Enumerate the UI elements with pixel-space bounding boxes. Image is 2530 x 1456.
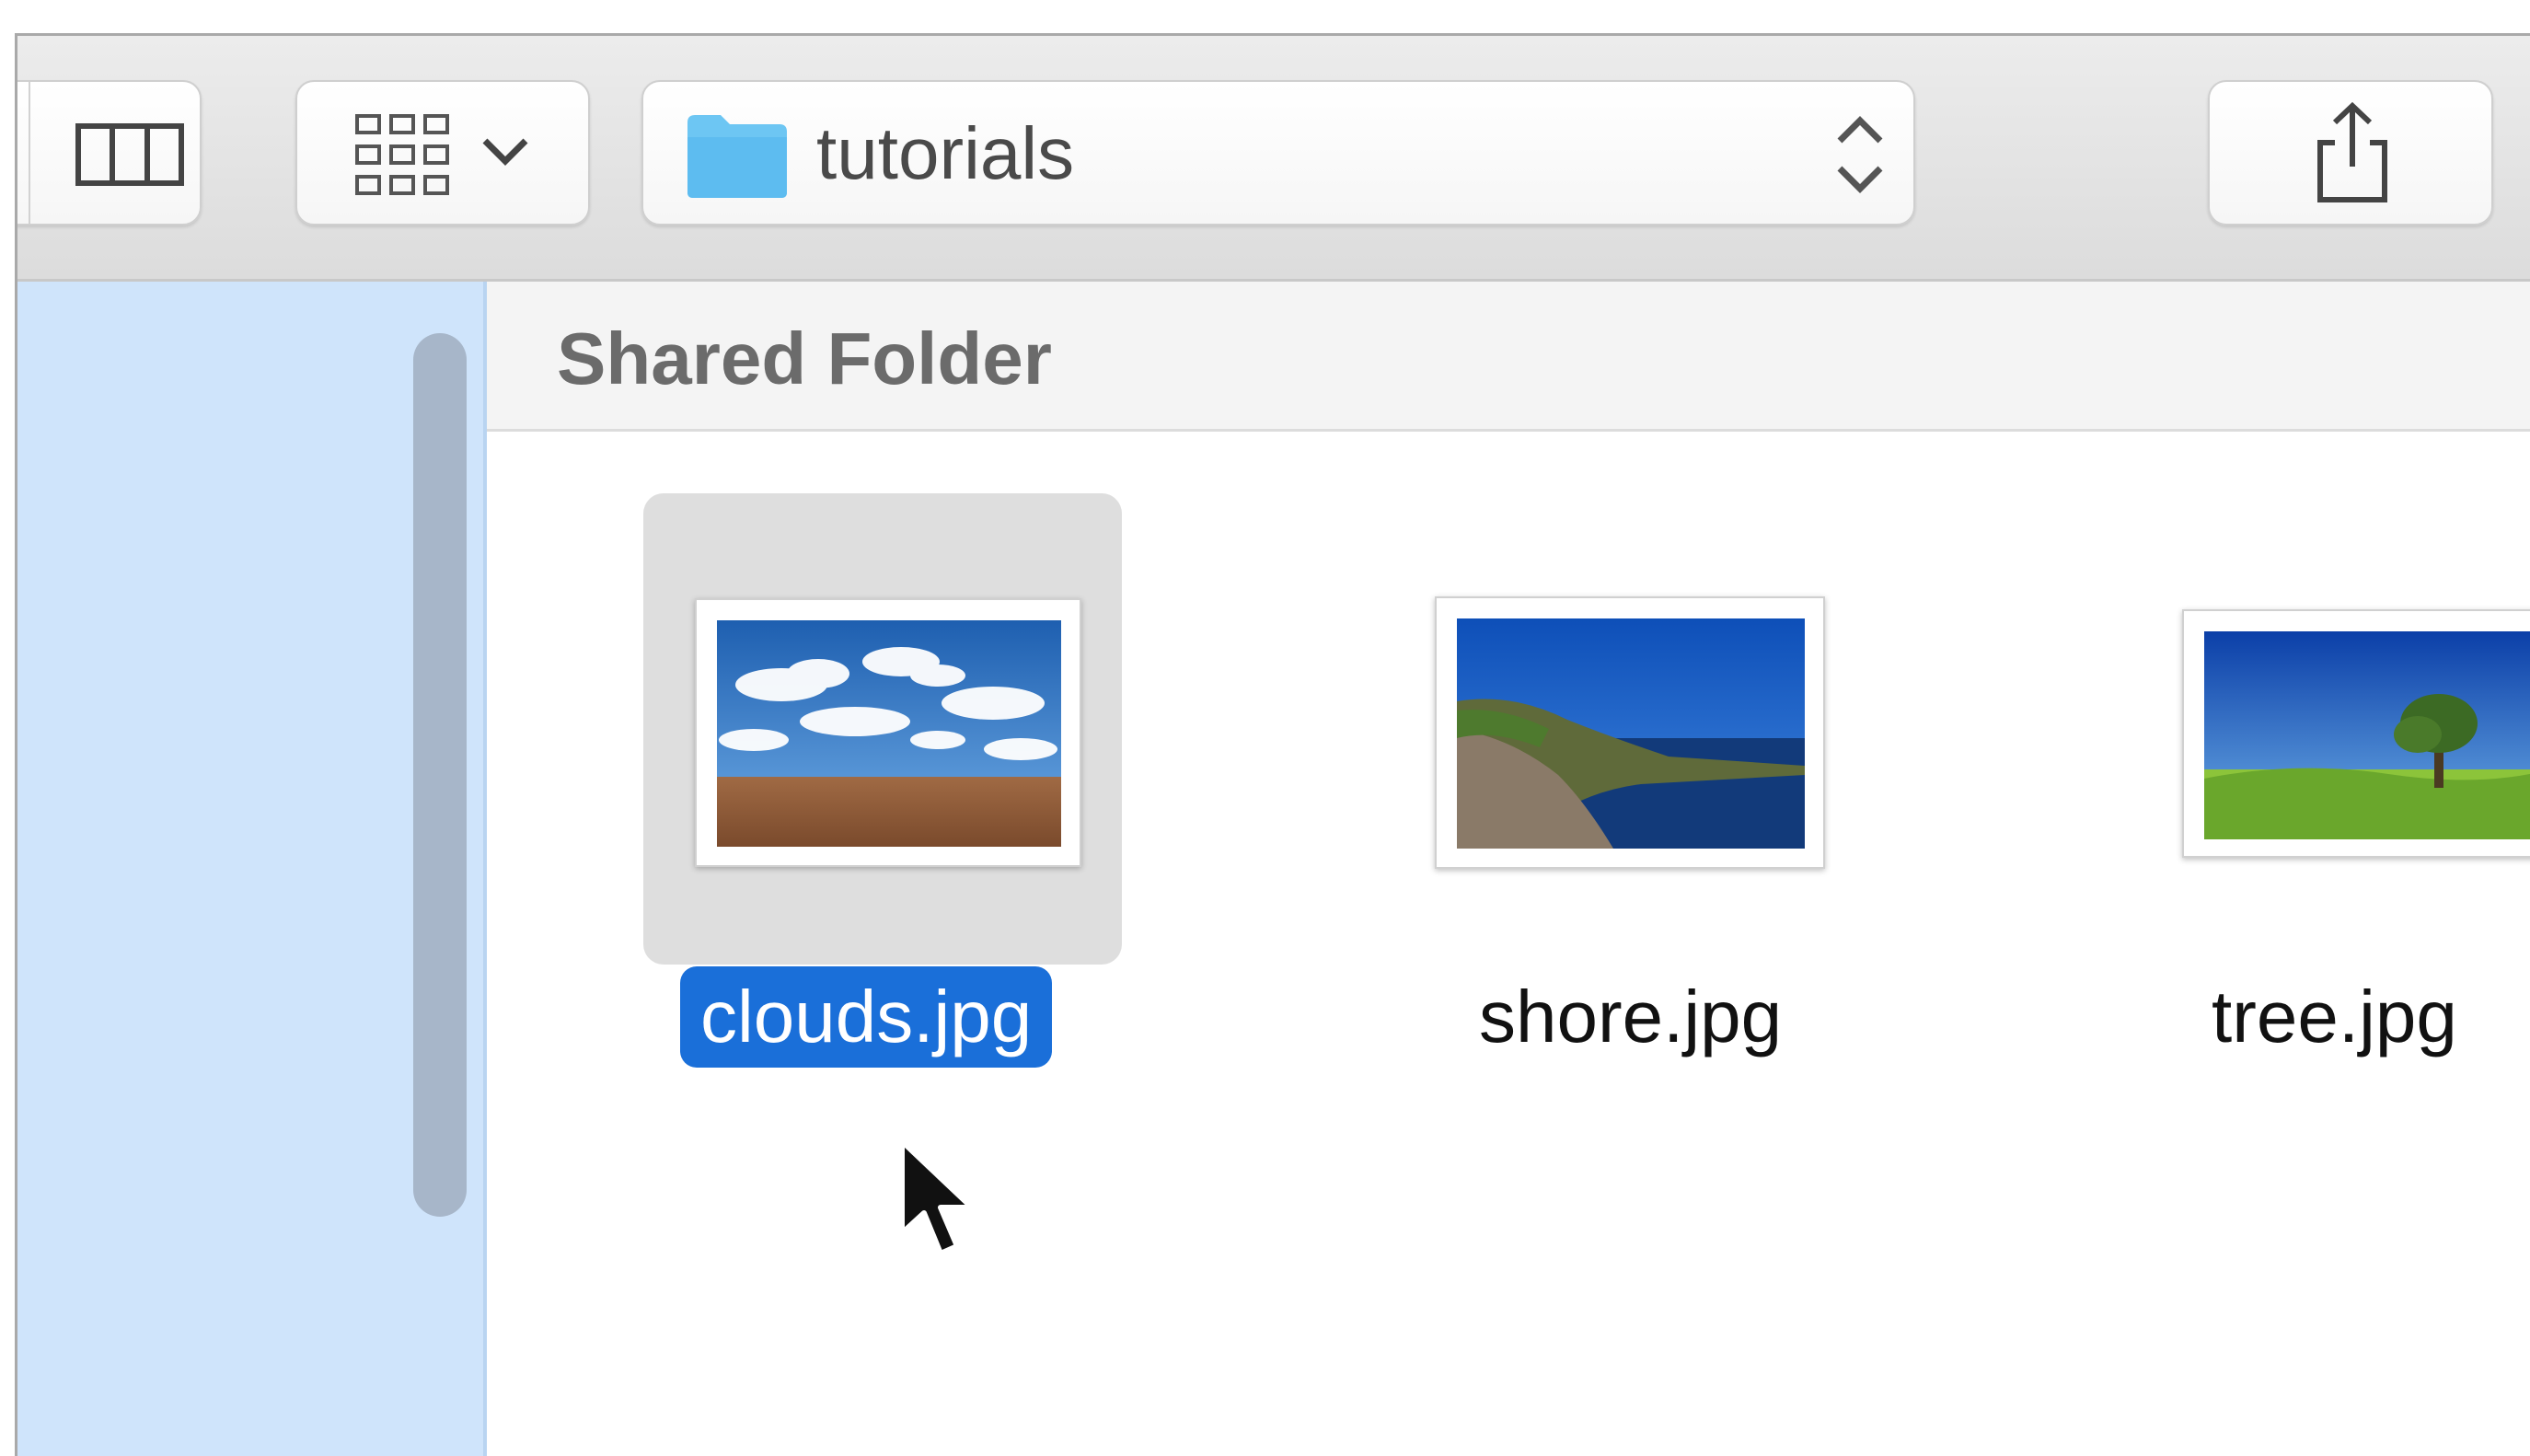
segment-divider [29, 82, 30, 224]
finder-window: tutorials Shared Folder clouds.jpg shore… [15, 33, 2530, 1456]
path-popup-button[interactable]: tutorials [641, 80, 1915, 225]
column-view-button[interactable] [17, 80, 202, 225]
share-button[interactable] [2208, 80, 2493, 225]
columns-view-icon [75, 123, 184, 186]
folder-title: Shared Folder [557, 318, 1052, 399]
thumbnail-frame [695, 598, 1081, 867]
file-name-label[interactable]: shore.jpg [1459, 966, 1802, 1068]
content-header: Shared Folder [487, 282, 2530, 432]
sidebar-scrollbar[interactable] [413, 333, 467, 1217]
folder-icon [687, 115, 787, 198]
shore-thumbnail [1457, 618, 1805, 849]
grid-view-icon [355, 114, 449, 195]
thumbnail-frame [2182, 609, 2530, 858]
mouse-cursor-icon [899, 1138, 975, 1256]
share-icon [2317, 102, 2387, 202]
chevron-down-icon [482, 138, 528, 166]
sidebar [17, 282, 487, 1456]
toolbar: tutorials [17, 36, 2530, 282]
thumbnail-frame [1435, 596, 1825, 869]
chevron-updown-icon [1837, 116, 1883, 193]
tree-thumbnail [2204, 631, 2530, 839]
clouds-thumbnail [717, 620, 1061, 847]
content-area: Shared Folder clouds.jpg shore.jpg tree.… [487, 282, 2530, 1456]
group-view-button[interactable] [295, 80, 590, 225]
file-name-label[interactable]: tree.jpg [2191, 966, 2478, 1068]
path-folder-name: tutorials [816, 112, 1075, 194]
file-name-label[interactable]: clouds.jpg [680, 966, 1053, 1068]
